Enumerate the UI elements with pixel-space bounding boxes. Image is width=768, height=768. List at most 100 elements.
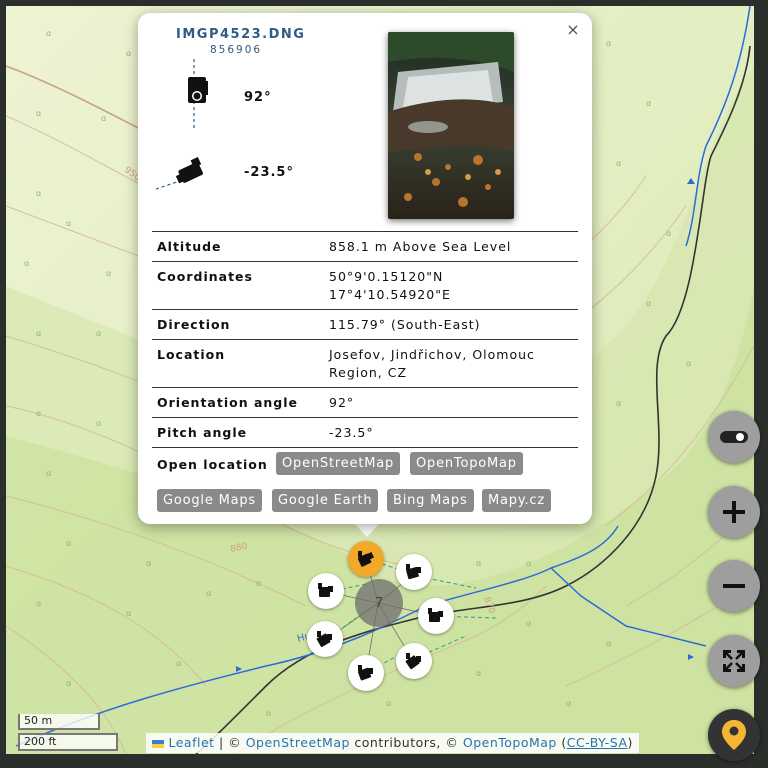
locate-button[interactable]	[708, 709, 760, 761]
photo-marker-selected[interactable]	[348, 541, 384, 577]
svg-text:ɑ: ɑ	[36, 329, 41, 338]
close-button[interactable]: ×	[564, 21, 582, 39]
license-link[interactable]: CC-BY-SA	[567, 735, 628, 750]
camera-icon	[316, 631, 332, 647]
svg-text:ɑ: ɑ	[206, 589, 211, 598]
svg-text:ɑ: ɑ	[46, 29, 51, 38]
svg-text:ɑ: ɑ	[46, 469, 51, 478]
pitch-angle-label: Pitch angle	[157, 425, 248, 440]
photo-marker[interactable]	[307, 621, 343, 657]
location-label: Location	[157, 347, 226, 362]
location-line1: Josefov, Jindřichov, Olomouc	[329, 347, 535, 362]
photo-popup: × IMGP4523.DNG 856906 92° -23.5° Altitud…	[138, 13, 592, 524]
svg-text:ɑ: ɑ	[526, 619, 531, 628]
svg-text:ɑ: ɑ	[386, 699, 391, 708]
svg-text:ɑ: ɑ	[606, 39, 611, 48]
attribution-text: (	[556, 735, 567, 750]
svg-text:ɑ: ɑ	[96, 419, 101, 428]
camera-icon	[357, 665, 373, 681]
svg-text:ɑ: ɑ	[146, 559, 151, 568]
zoom-in-button[interactable]	[708, 486, 760, 538]
photo-info-table: Altitude 858.1 m Above Sea Level Coordin…	[152, 231, 578, 448]
altitude-label: Altitude	[157, 239, 222, 254]
photo-marker[interactable]	[396, 643, 432, 679]
svg-text:ɑ: ɑ	[616, 159, 621, 168]
svg-text:ɑ: ɑ	[106, 269, 111, 278]
camera-icon	[357, 551, 374, 567]
info-row-pitch: Pitch angle -23.5°	[152, 417, 578, 448]
svg-text:ɑ: ɑ	[66, 539, 71, 548]
leaflet-link[interactable]: Leaflet	[168, 735, 214, 750]
svg-text:ɑ: ɑ	[126, 609, 131, 618]
open-google-earth-button[interactable]: Google Earth	[272, 489, 379, 512]
svg-text:ɑ: ɑ	[66, 679, 71, 688]
svg-text:ɑ: ɑ	[176, 659, 181, 668]
scale-imperial: 200 ft	[18, 733, 118, 751]
ukraine-flag-icon	[152, 739, 164, 748]
info-row-orientation: Orientation angle 92°	[152, 387, 578, 418]
svg-text:ɑ: ɑ	[526, 559, 531, 568]
minus-icon	[723, 584, 745, 588]
open-bing-maps-button[interactable]: Bing Maps	[387, 489, 474, 512]
orientation-camera-icon	[188, 59, 208, 129]
info-row-altitude: Altitude 858.1 m Above Sea Level	[152, 231, 578, 262]
svg-text:ɑ: ɑ	[126, 49, 131, 58]
pitch-value: -23.5°	[244, 165, 294, 180]
svg-text:ɑ: ɑ	[606, 639, 611, 648]
longitude-value: 17°4'10.54920"E	[329, 287, 451, 302]
photo-thumbnail[interactable]	[388, 32, 514, 219]
pitch-camera-icon	[156, 157, 203, 190]
photo-marker[interactable]	[348, 655, 384, 691]
scale-metric: 50 m	[18, 714, 100, 730]
latitude-value: 50°9'0.15120"N	[329, 269, 444, 284]
map-attribution: Leaflet | © OpenStreetMap contributors, …	[146, 733, 639, 753]
photo-filename: IMGP4523.DNG	[176, 27, 306, 42]
camera-icon	[406, 564, 421, 580]
photo-marker[interactable]	[396, 554, 432, 590]
open-google-maps-button[interactable]: Google Maps	[157, 489, 262, 512]
fullscreen-button[interactable]	[708, 635, 760, 687]
fullscreen-icon	[723, 650, 745, 672]
info-row-coordinates: Coordinates 50°9'0.15120"N 17°4'10.54920"…	[152, 261, 578, 310]
info-row-location: Location Josefov, Jindřichov, Olomouc Reg…	[152, 339, 578, 388]
svg-text:ɑ: ɑ	[266, 709, 271, 718]
svg-text:ɑ: ɑ	[646, 299, 651, 308]
info-row-direction: Direction 115.79° (South-East)	[152, 309, 578, 340]
svg-text:ɑ: ɑ	[256, 579, 261, 588]
layer-toggle-button[interactable]	[708, 411, 760, 463]
cluster-count: 7	[374, 595, 384, 611]
orientation-angle-label: Orientation angle	[157, 395, 299, 410]
altitude-value: 858.1 m Above Sea Level	[329, 239, 512, 254]
open-location-label: Open location	[157, 457, 268, 472]
photo-marker[interactable]	[418, 598, 454, 634]
open-mapy-cz-button[interactable]: Mapy.cz	[482, 489, 551, 512]
camera-icon	[405, 653, 421, 670]
svg-text:ɑ: ɑ	[36, 109, 41, 118]
svg-text:ɑ: ɑ	[24, 259, 29, 268]
photo-marker[interactable]	[308, 573, 344, 609]
toggle-icon	[720, 431, 748, 443]
camera-icon	[428, 608, 443, 622]
svg-text:ɑ: ɑ	[96, 329, 101, 338]
zoom-out-button[interactable]	[708, 560, 760, 612]
openstreetmap-link[interactable]: OpenStreetMap	[246, 735, 350, 750]
marker-cluster[interactable]: 7	[355, 579, 403, 627]
svg-text:ɑ: ɑ	[36, 409, 41, 418]
svg-text:ɑ: ɑ	[666, 229, 671, 238]
coordinates-label: Coordinates	[157, 269, 253, 284]
orientation-angle-value: 92°	[329, 395, 355, 410]
direction-label: Direction	[157, 317, 231, 332]
open-openstreetmap-button[interactable]: OpenStreetMap	[276, 452, 401, 475]
attribution-text: contributors, ©	[349, 735, 463, 750]
attribution-text: | ©	[214, 735, 246, 750]
orientation-value: 92°	[244, 90, 272, 105]
svg-text:ɑ: ɑ	[36, 189, 41, 198]
popup-tip	[354, 523, 380, 537]
svg-text:ɑ: ɑ	[686, 359, 691, 368]
open-opentopomap-button[interactable]: OpenTopoMap	[410, 452, 523, 475]
attribution-text: )	[627, 735, 633, 750]
opentopomap-link[interactable]: OpenTopoMap	[463, 735, 557, 750]
camera-icon	[318, 583, 333, 597]
svg-text:ɑ: ɑ	[476, 559, 481, 568]
svg-text:ɑ: ɑ	[66, 219, 71, 228]
